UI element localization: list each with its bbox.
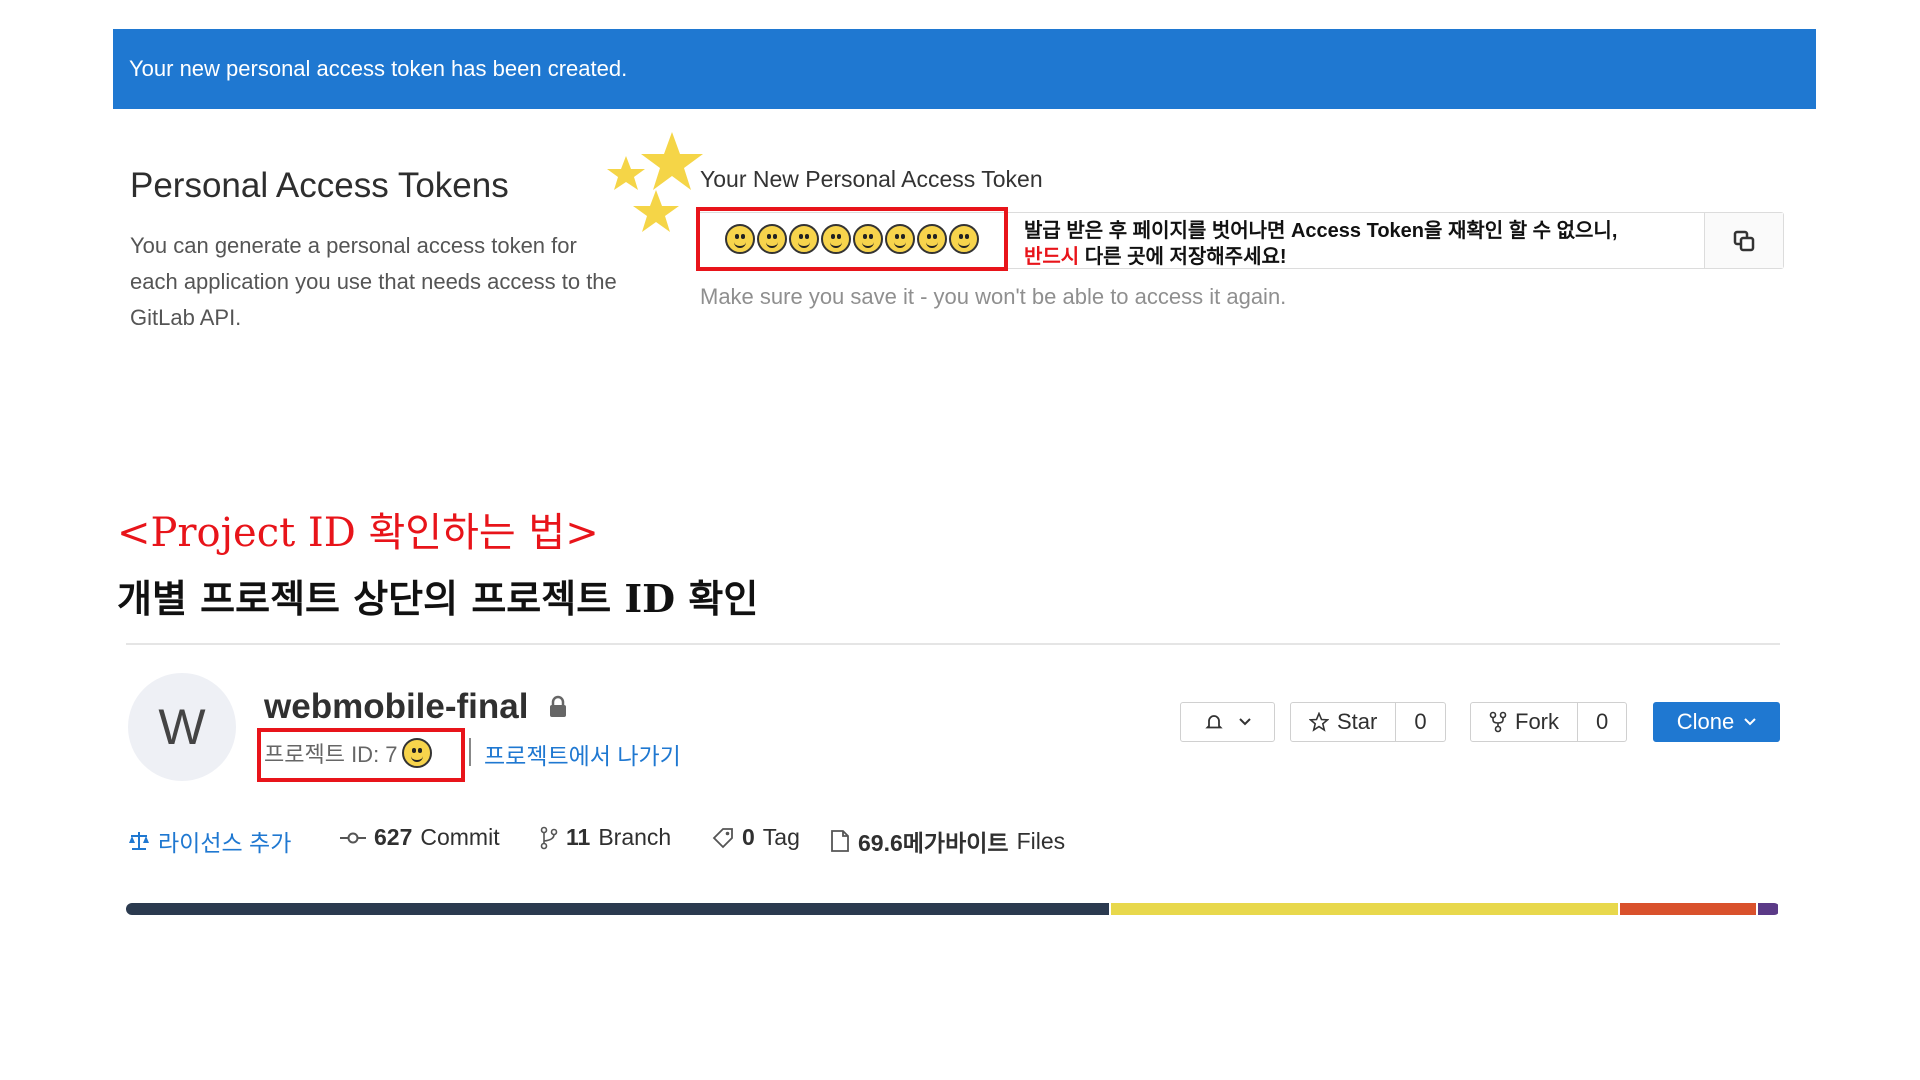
howto-title: <Project ID 확인하는 법> xyxy=(117,510,599,556)
copy-icon xyxy=(1733,230,1755,251)
star-small-left xyxy=(607,156,645,190)
star-icon xyxy=(1309,712,1329,732)
fork-icon xyxy=(1489,711,1507,733)
star-large xyxy=(641,132,703,190)
new-token-label: Your New Personal Access Token xyxy=(700,166,1043,192)
language-segment[interactable] xyxy=(1619,903,1757,915)
language-segment[interactable] xyxy=(126,903,1109,915)
fork-label: Fork xyxy=(1515,709,1559,734)
notifications-button[interactable] xyxy=(1180,702,1275,742)
howto-subtitle: 개별 프로젝트 상단의 프로젝트 ID 확인 xyxy=(117,576,759,621)
language-bar xyxy=(126,903,1780,915)
chevron-down-icon xyxy=(1744,718,1756,726)
commit-label: Commit xyxy=(420,824,500,850)
star-button[interactable]: Star 0 xyxy=(1290,702,1446,742)
files-label: Files xyxy=(1016,827,1066,854)
add-license-link[interactable]: 라이선스 추가 xyxy=(128,824,291,858)
tag-icon xyxy=(712,827,733,848)
lock-icon xyxy=(550,695,567,717)
bell-icon xyxy=(1204,715,1223,729)
annotation-emphasis: 반드시 xyxy=(1024,246,1080,268)
divider xyxy=(126,643,1780,645)
tag-label: Tag xyxy=(762,824,800,850)
avatar-letter: W xyxy=(158,699,206,755)
leave-project-link[interactable]: 프로젝트에서 나가기 xyxy=(484,737,681,771)
license-label: 라이선스 추가 xyxy=(158,830,292,856)
project-id-highlight xyxy=(257,728,465,782)
commits-link[interactable]: 627 Commit xyxy=(340,824,500,851)
clone-button[interactable]: Clone xyxy=(1653,702,1780,742)
copy-token-button[interactable] xyxy=(1704,213,1783,268)
separator xyxy=(469,738,471,766)
token-annotation: 발급 받은 후 페이지를 벗어나면 Access Token을 재확인 할 수 … xyxy=(1024,218,1617,270)
smiley-icon xyxy=(917,224,947,254)
scale-icon xyxy=(129,832,149,850)
success-banner: Your new personal access token has been … xyxy=(113,29,1816,109)
pat-description: You can generate a personal access token… xyxy=(130,233,617,330)
project-avatar: W xyxy=(128,673,236,781)
smiley-icon xyxy=(789,224,819,254)
branch-count: 11 xyxy=(566,824,591,850)
smiley-icon xyxy=(757,224,787,254)
project-name[interactable]: webmobile-final xyxy=(264,687,528,727)
pat-title: Personal Access Tokens xyxy=(130,166,509,205)
tags-link[interactable]: 0 Tag xyxy=(712,824,800,851)
smiley-icon xyxy=(853,224,883,254)
banner-text: Your new personal access token has been … xyxy=(129,56,628,81)
smiley-icon xyxy=(885,224,915,254)
tag-count: 0 xyxy=(742,824,755,850)
star-bottom xyxy=(633,190,679,232)
commit-count: 627 xyxy=(374,824,413,850)
branch-icon xyxy=(540,826,558,849)
fork-count[interactable]: 0 xyxy=(1577,703,1626,741)
branch-label: Branch xyxy=(598,824,672,850)
annotation-line2: 반드시 다른 곳에 저장해주세요! xyxy=(1024,244,1617,270)
token-value-highlight xyxy=(696,207,1008,271)
chevron-down-icon xyxy=(1238,718,1251,726)
language-segment[interactable] xyxy=(1758,903,1778,915)
clone-label: Clone xyxy=(1676,709,1735,734)
project-title: webmobile-final xyxy=(264,687,568,727)
smiley-icon xyxy=(949,224,979,254)
smiley-icon xyxy=(821,224,851,254)
repo-size: 69.6메가바이트 xyxy=(858,830,1009,856)
star-count[interactable]: 0 xyxy=(1395,703,1444,741)
smiley-icon xyxy=(725,224,755,254)
fork-button[interactable]: Fork 0 xyxy=(1470,702,1628,742)
annotation-rest: 다른 곳에 저장해주세요! xyxy=(1079,246,1287,268)
star-label: Star xyxy=(1337,709,1378,734)
file-icon xyxy=(831,830,849,852)
token-warning: Make sure you save it - you won't be abl… xyxy=(700,284,1287,309)
stars-decoration xyxy=(607,132,703,232)
commit-icon xyxy=(340,832,366,843)
annotation-line1: 발급 받은 후 페이지를 벗어나면 Access Token을 재확인 할 수 … xyxy=(1024,220,1618,242)
branches-link[interactable]: 11 Branch xyxy=(540,824,671,851)
language-segment[interactable] xyxy=(1110,903,1618,915)
files-link[interactable]: 69.6메가바이트 Files xyxy=(830,824,1065,858)
